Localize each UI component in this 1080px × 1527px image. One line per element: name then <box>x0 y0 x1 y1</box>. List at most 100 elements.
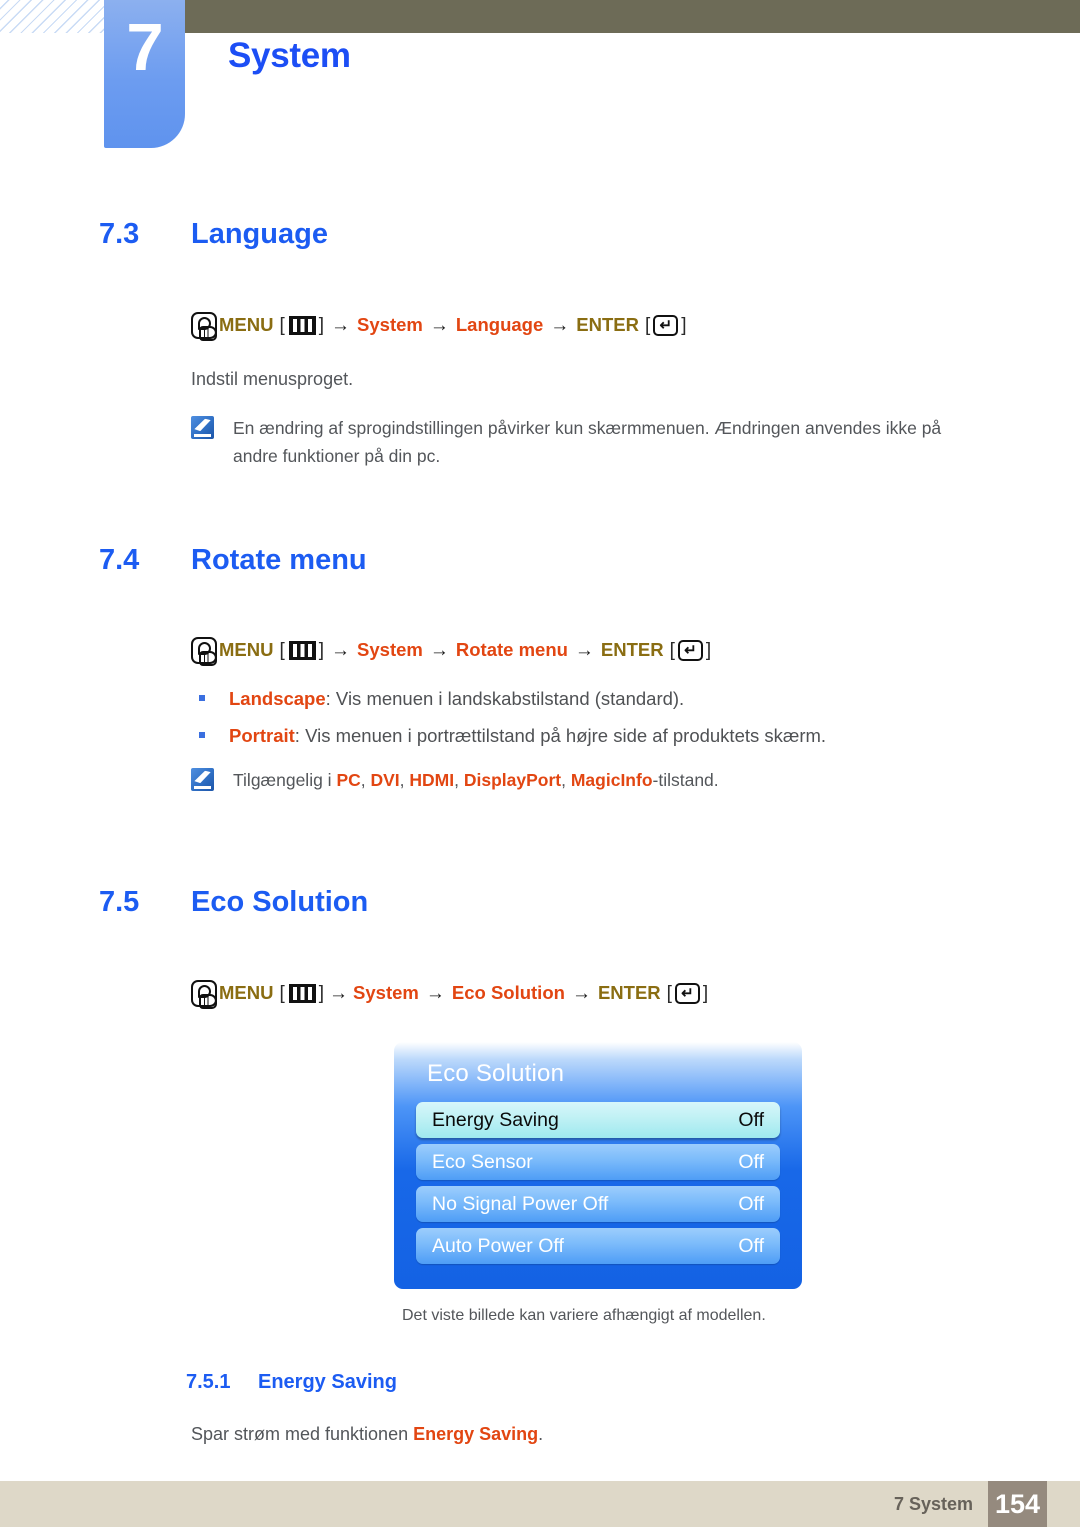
bracket-close: ] <box>705 640 712 661</box>
sep: , <box>561 770 571 790</box>
enter-key-icon: ↵ <box>674 983 700 1004</box>
path-arrow: → <box>425 983 445 1004</box>
mode-magicinfo: MagicInfo <box>570 770 653 790</box>
menu-bars-icon <box>288 316 316 335</box>
osd-row-no-signal-power-off[interactable]: No Signal Power Off Off <box>416 1186 780 1222</box>
mode-pc: PC <box>336 770 361 790</box>
menu-path-eco-solution: MENU [ ] → System → Eco Solution → ENTER… <box>191 980 708 1009</box>
option-desc: : Vis menuen i portrættilstand på højre … <box>294 724 827 746</box>
enter-label: ENTER <box>600 639 664 661</box>
bracket-open: [ <box>279 640 285 661</box>
osd-row-value: Off <box>738 1108 764 1131</box>
footer-page-number: 154 <box>988 1481 1047 1527</box>
section-title: Language <box>191 218 328 250</box>
osd-row-label: Energy Saving <box>432 1108 559 1131</box>
chapter-tab: 7 <box>104 0 185 148</box>
option-term: Landscape <box>229 688 326 709</box>
osd-panel-title: Eco Solution <box>427 1060 565 1087</box>
path-step-system: System <box>357 314 423 336</box>
list-item: Landscape: Vis menuen i landskabstilstan… <box>199 688 826 709</box>
footer-chapter-label: 7 System <box>893 1494 973 1514</box>
menu-bars-icon <box>288 641 316 660</box>
section-number: 7.3 <box>99 218 140 250</box>
osd-row-label: Auto Power Off <box>432 1234 564 1257</box>
mode-dvi: DVI <box>370 770 400 790</box>
path-arrow: → <box>574 640 594 661</box>
menu-label: MENU <box>219 314 274 336</box>
path-arrow: → <box>550 315 570 336</box>
list-item-text: Landscape: Vis menuen i landskabstilstan… <box>229 688 685 709</box>
osd-row-value: Off <box>738 1150 764 1173</box>
note-language: En ændring af sprogindstillingen påvirke… <box>191 414 981 471</box>
osd-row-eco-sensor[interactable]: Eco Sensor Off <box>416 1144 780 1180</box>
document-page: 7 System 7.3 Language MENU [ ] → System →… <box>0 0 1080 1527</box>
path-step-system: System <box>353 982 419 1004</box>
osd-row-value: Off <box>738 1192 764 1215</box>
section-title: Eco Solution <box>191 886 369 918</box>
osd-row-value: Off <box>738 1234 764 1257</box>
path-step-eco-solution: Eco Solution <box>451 982 565 1004</box>
body-prefix: Spar strøm med funktionen <box>191 1424 414 1444</box>
body-suffix: . <box>538 1424 544 1444</box>
note-pen-icon <box>191 768 214 791</box>
section-heading-eco-solution: 7.5 Eco Solution <box>99 886 368 919</box>
bracket-open: [ <box>644 315 651 336</box>
option-term: Portrait <box>229 724 295 746</box>
bullet-square-icon <box>199 695 205 701</box>
mode-displayport: DisplayPort <box>463 770 562 790</box>
bullet-square-icon <box>199 731 205 738</box>
section-title: Rotate menu <box>191 544 367 576</box>
path-arrow: → <box>331 315 351 336</box>
list-item-text: Portrait: Vis menuen i portrættilstand p… <box>229 724 827 746</box>
note-pen-icon <box>191 416 214 439</box>
path-step-system: System <box>357 639 423 661</box>
subsection-number: 7.5.1 <box>186 1371 231 1393</box>
path-arrow: → <box>571 983 591 1004</box>
note-rotate-menu: Tilgængelig i PC, DVI, HDMI, DisplayPort… <box>191 766 891 794</box>
path-step-rotate-menu: Rotate menu <box>455 639 568 661</box>
chapter-title: System <box>228 36 351 75</box>
enter-label: ENTER <box>597 982 661 1004</box>
osd-row-auto-power-off[interactable]: Auto Power Off Off <box>416 1228 780 1264</box>
osd-image-caption: Det viste billede kan variere afhængigt … <box>402 1307 766 1324</box>
subsection-title: Energy Saving <box>258 1371 397 1393</box>
bracket-open: [ <box>666 983 672 1004</box>
enter-label: ENTER <box>576 314 639 336</box>
path-arrow: → <box>331 640 351 661</box>
bracket-open: [ <box>279 983 285 1004</box>
hand-press-icon <box>191 637 217 666</box>
note-prefix: Tilgængelig i <box>233 770 337 790</box>
hand-press-icon <box>191 312 217 341</box>
menu-bars-icon <box>288 984 316 1003</box>
header-olive-bar <box>185 0 1080 33</box>
bracket-close: ] <box>318 983 325 1004</box>
bracket-close: ] <box>318 640 325 661</box>
path-arrow: → <box>429 315 449 336</box>
bracket-open: [ <box>279 315 285 336</box>
mode-hdmi: HDMI <box>409 770 455 790</box>
sep: , <box>454 770 464 790</box>
menu-label: MENU <box>219 982 274 1004</box>
bracket-open: [ <box>669 640 675 661</box>
bracket-close: ] <box>681 315 687 336</box>
body-highlight: Energy Saving <box>413 1424 539 1444</box>
path-arrow: → <box>429 640 449 661</box>
note-text: Tilgængelig i PC, DVI, HDMI, DisplayPort… <box>233 766 719 794</box>
osd-row-energy-saving[interactable]: Energy Saving Off <box>416 1102 780 1138</box>
osd-eco-solution-panel: Eco Solution Energy Saving Off Eco Senso… <box>394 1042 802 1289</box>
note-text: En ændring af sprogindstillingen påvirke… <box>233 418 942 467</box>
subsection-heading-energy-saving: 7.5.1 Energy Saving <box>186 1371 397 1394</box>
list-item: Portrait: Vis menuen i portrættilstand p… <box>199 724 827 746</box>
note-suffix: -tilstand. <box>652 770 719 790</box>
option-desc: : Vis menuen i landskabstilstand (standa… <box>325 688 685 709</box>
osd-menu-list: Energy Saving Off Eco Sensor Off No Sign… <box>416 1102 780 1270</box>
section-heading-rotate-menu: 7.4 Rotate menu <box>99 544 367 577</box>
enter-key-icon: ↵ <box>653 315 679 336</box>
language-intro-text: Indstil menusproget. <box>191 369 354 389</box>
rotate-menu-options-list: Landscape: Vis menuen i landskabstilstan… <box>199 688 827 763</box>
osd-row-label: No Signal Power Off <box>432 1192 609 1215</box>
osd-row-label: Eco Sensor <box>432 1150 533 1173</box>
menu-label: MENU <box>219 639 274 661</box>
sep: , <box>399 770 410 790</box>
hand-press-icon <box>191 980 217 1009</box>
